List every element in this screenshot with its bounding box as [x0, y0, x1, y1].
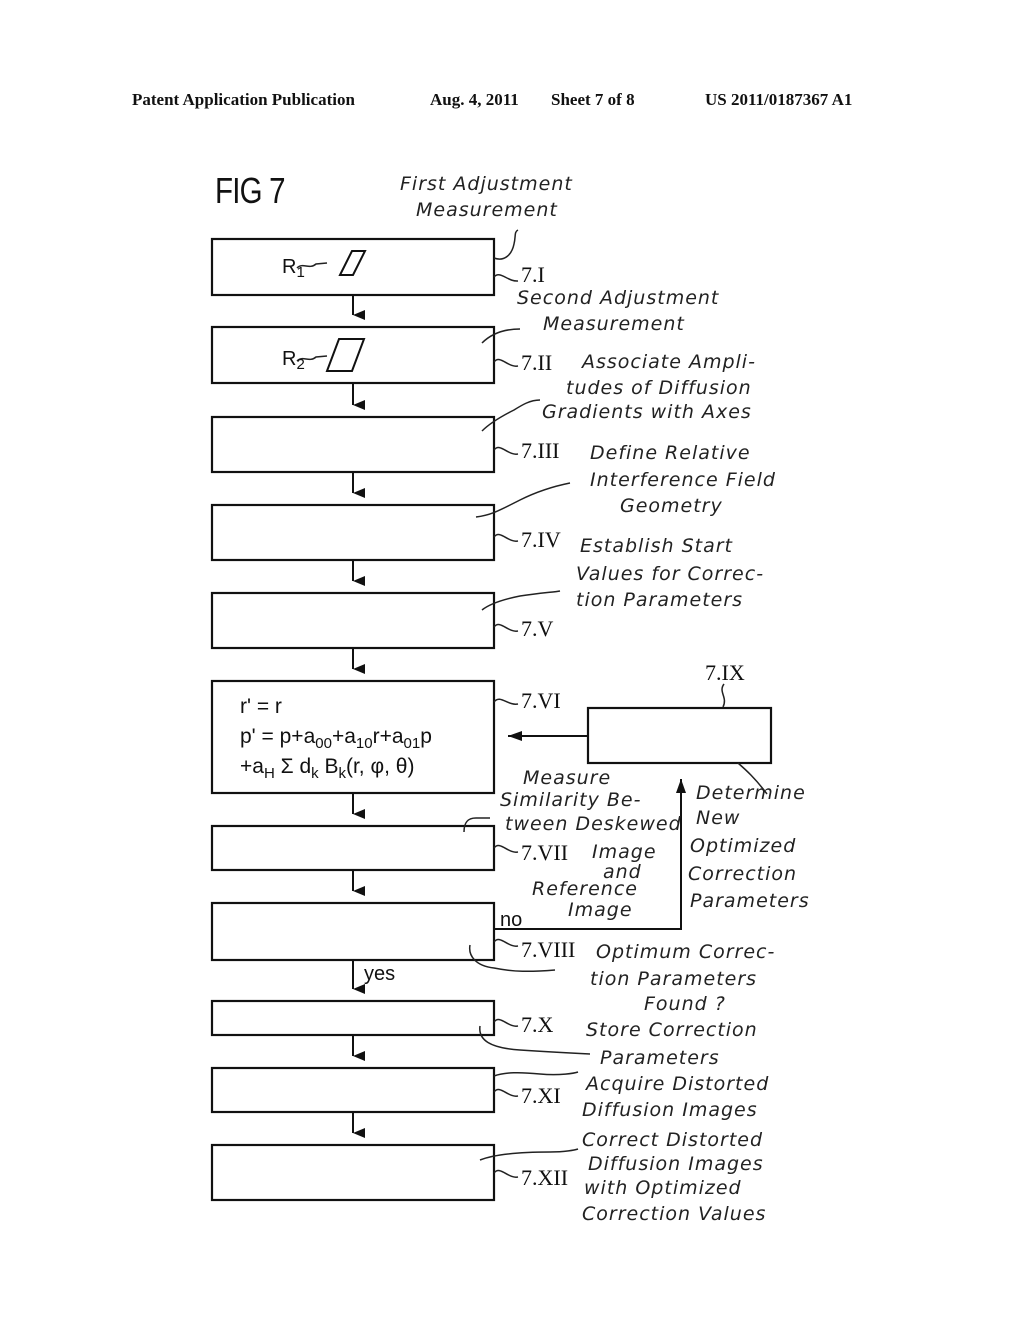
- flowchart: R1 R2 r' = r p' = p+a00+a10r+a01p +aH Σ …: [210, 173, 810, 1225]
- step-box-7-I: [210, 237, 496, 297]
- svg-text:Determine: Determine: [696, 782, 806, 804]
- ref-7-XII: 7.XII: [521, 1165, 568, 1190]
- ref-7-VI: 7.VI: [521, 688, 561, 713]
- svg-text:Parameters: Parameters: [690, 890, 810, 912]
- step-box-7-X: [210, 999, 496, 1037]
- caption-7-IV: Define Relative Interference Field Geome…: [590, 442, 776, 517]
- ref-7-I: 7.I: [521, 262, 545, 287]
- svg-text:Similarity Be-: Similarity Be-: [500, 789, 641, 811]
- ref-7-XI: 7.XI: [521, 1083, 561, 1108]
- svg-text:Establish Start: Establish Start: [580, 535, 734, 557]
- svg-text:First Adjustment: First Adjustment: [400, 173, 573, 195]
- svg-text:Correction: Correction: [688, 863, 797, 885]
- svg-text:Image: Image: [592, 841, 657, 863]
- r2-label: R2: [282, 348, 305, 373]
- step-box-7-IX: [586, 706, 773, 765]
- svg-text:Optimum Correc-: Optimum Correc-: [596, 941, 775, 963]
- svg-text:tion Parameters: tion Parameters: [590, 968, 757, 990]
- svg-text:Interference Field: Interference Field: [590, 469, 776, 491]
- svg-text:Image: Image: [568, 899, 633, 921]
- equation-line-2: p' = p+a00+a10r+a01p: [240, 725, 432, 752]
- step-box-7-III: [210, 415, 496, 474]
- svg-text:Associate Ampli-: Associate Ampli-: [580, 351, 756, 373]
- step-box-7-V: [210, 591, 496, 650]
- svg-text:Reference: Reference: [532, 878, 638, 900]
- svg-text:Measure: Measure: [523, 767, 611, 789]
- svg-text:tween Deskewed: tween Deskewed: [505, 813, 682, 835]
- caption-7-V: Establish Start Values for Correc- tion …: [576, 535, 764, 611]
- ref-7-V: 7.V: [521, 616, 554, 641]
- step-box-7-II: [210, 325, 496, 385]
- equation-line-3: +aH Σ dk Bk(r, φ, θ): [240, 755, 414, 782]
- caption-7-III: Associate Ampli- tudes of Diffusion Grad…: [542, 351, 756, 423]
- caption-7-X: Store Correction Parameters: [586, 1019, 758, 1069]
- ref-7-X: 7.X: [521, 1012, 554, 1037]
- caption-7-IX: Determine New Optimized Correction Param…: [688, 782, 810, 912]
- branch-yes-label: yes: [364, 963, 395, 985]
- svg-text:Measurement: Measurement: [416, 199, 558, 221]
- svg-text:Store Correction: Store Correction: [586, 1019, 758, 1041]
- svg-text:Define Relative: Define Relative: [590, 442, 751, 464]
- step-box-7-VIII: [210, 901, 496, 962]
- ref-7-II: 7.II: [521, 350, 552, 375]
- svg-text:tion Parameters: tion Parameters: [576, 589, 743, 611]
- step-box-7-IV: [210, 503, 496, 562]
- svg-text:Gradients with Axes: Gradients with Axes: [542, 401, 752, 423]
- ref-7-VII: 7.VII: [521, 840, 568, 865]
- svg-text:Values for Correc-: Values for Correc-: [576, 563, 764, 585]
- data-symbol-r1: [338, 250, 367, 276]
- svg-text:Diffusion Images: Diffusion Images: [588, 1153, 764, 1175]
- data-symbol-r2: [325, 338, 366, 372]
- svg-text:Correction Values: Correction Values: [582, 1203, 766, 1225]
- ref-7-IV: 7.IV: [521, 527, 561, 552]
- caption-7-XII: Correct Distorted Diffusion Images with …: [582, 1129, 766, 1225]
- svg-text:Correct Distorted: Correct Distorted: [582, 1129, 763, 1151]
- caption-7-VIII: Optimum Correc- tion Parameters Found ?: [590, 941, 775, 1015]
- svg-text:Parameters: Parameters: [600, 1047, 720, 1069]
- branch-no-label: no: [500, 909, 522, 931]
- step-box-7-XI: [210, 1066, 496, 1114]
- svg-text:Geometry: Geometry: [620, 495, 723, 517]
- svg-text:Diffusion Images: Diffusion Images: [582, 1099, 758, 1121]
- step-box-7-VII: [210, 824, 496, 872]
- equation-line-1: r' = r: [240, 695, 282, 718]
- caption-7-I: First Adjustment Measurement: [400, 173, 573, 221]
- svg-text:Optimized: Optimized: [690, 835, 796, 857]
- caption-7-XI: Acquire Distorted Diffusion Images: [582, 1073, 769, 1121]
- svg-text:Second Adjustment: Second Adjustment: [517, 287, 720, 309]
- svg-text:tudes of Diffusion: tudes of Diffusion: [566, 377, 752, 399]
- svg-text:Found ?: Found ?: [644, 993, 726, 1015]
- svg-text:with Optimized: with Optimized: [584, 1177, 742, 1199]
- svg-text:Measurement: Measurement: [543, 313, 685, 335]
- caption-7-II: Second Adjustment Measurement: [517, 287, 720, 335]
- svg-text:Acquire Distorted: Acquire Distorted: [584, 1073, 769, 1095]
- ref-7-IX: 7.IX: [705, 660, 745, 685]
- step-box-7-XII: [210, 1143, 496, 1202]
- r1-label: R1: [282, 256, 305, 281]
- ref-7-III: 7.III: [521, 438, 559, 463]
- svg-text:New: New: [696, 807, 740, 829]
- ref-7-VIII: 7.VIII: [521, 937, 575, 962]
